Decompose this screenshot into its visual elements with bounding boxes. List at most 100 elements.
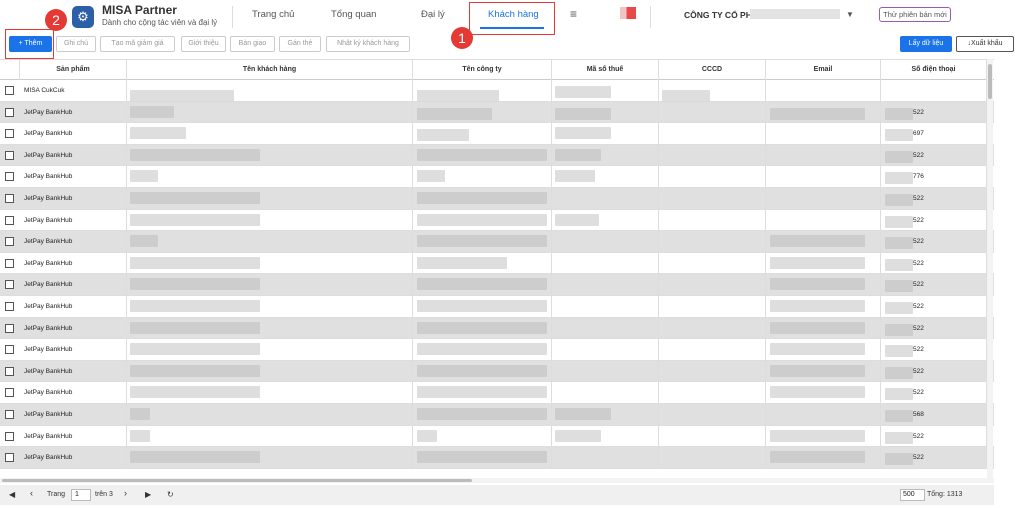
table-row[interactable]: JetPay BankHub 522	[0, 447, 994, 469]
table-row[interactable]: JetPay BankHub 522	[0, 317, 994, 340]
introduce-button[interactable]: Giới thiệu	[181, 36, 226, 52]
table-cell	[127, 231, 413, 253]
try-new-version-button[interactable]: Thử phiên bản mới	[879, 7, 951, 22]
horizontal-scroll-thumb[interactable]	[2, 479, 472, 482]
table-row[interactable]: JetPay BankHub 522	[0, 425, 994, 448]
header-customer-name[interactable]: Tên khách hàng	[127, 60, 413, 80]
nav-home[interactable]: Trang chủ	[252, 9, 294, 20]
menu-icon[interactable]: ≡	[570, 7, 577, 21]
add-button[interactable]: + Thêm	[9, 36, 52, 52]
fetch-data-button[interactable]: Lấy dữ liệu	[900, 36, 952, 52]
header-company-name[interactable]: Tên công ty	[413, 60, 552, 80]
table-row[interactable]: JetPay BankHub 522	[0, 144, 994, 167]
vertical-scrollbar[interactable]	[987, 59, 993, 479]
refresh-icon[interactable]: ↻	[167, 490, 174, 499]
chevron-down-icon[interactable]: ▼	[846, 10, 854, 19]
redacted-value	[417, 408, 547, 420]
redacted-value	[130, 213, 260, 226]
table-row[interactable]: JetPay BankHub 568	[0, 404, 994, 426]
table-row[interactable]: JetPay BankHub 776	[0, 166, 994, 188]
nav-agents[interactable]: Đại lý	[421, 9, 445, 20]
table-row[interactable]: JetPay BankHub 522	[0, 274, 994, 296]
prev-page-icon[interactable]: ‹	[30, 488, 33, 498]
table-cell	[766, 188, 881, 209]
gear-icon[interactable]: ⚙	[72, 6, 94, 28]
nav-overview[interactable]: Tổng quan	[331, 9, 376, 20]
cell-product: JetPay BankHub	[20, 188, 127, 209]
header-divider	[232, 6, 233, 28]
vertical-scroll-thumb[interactable]	[988, 64, 992, 99]
table-row[interactable]: JetPay BankHub 522	[0, 101, 994, 124]
create-coupon-button[interactable]: Tạo mã giảm giá	[100, 36, 175, 52]
row-checkbox[interactable]	[5, 302, 14, 311]
row-checkbox[interactable]	[5, 258, 14, 268]
customer-log-button[interactable]: Nhật ký khách hàng	[326, 36, 410, 52]
annotation-badge-2: 2	[45, 9, 67, 31]
first-page-icon[interactable]: ◀	[9, 490, 15, 499]
table-row[interactable]: JetPay BankHub 522	[0, 296, 994, 318]
customer-table: Sản phẩm Tên khách hàng Tên công ty Mã s…	[0, 59, 994, 479]
table-row[interactable]: JetPay BankHub 697	[0, 123, 994, 145]
table-row[interactable]: MISA CukCuk	[0, 80, 994, 102]
table-cell	[766, 80, 881, 101]
row-checkbox[interactable]	[5, 410, 14, 419]
redacted-value	[885, 107, 913, 120]
note-button[interactable]: Ghi chú	[56, 36, 96, 52]
last-page-icon[interactable]: ▶	[145, 490, 151, 499]
header-tax-code[interactable]: Mã số thuế	[552, 60, 659, 80]
table-row[interactable]: JetPay BankHub 522	[0, 188, 994, 210]
table-row[interactable]: JetPay BankHub 522	[0, 339, 994, 361]
redacted-value	[885, 410, 913, 422]
redacted-value	[555, 127, 611, 140]
header-id-card[interactable]: CCCD	[659, 60, 766, 80]
header-phone[interactable]: Số điện thoại	[881, 60, 987, 80]
row-checkbox[interactable]	[5, 366, 14, 376]
row-checkbox[interactable]	[5, 86, 14, 95]
redacted-value	[770, 429, 865, 442]
redacted-value	[770, 321, 865, 334]
assign-tag-button[interactable]: Gán thẻ	[279, 36, 321, 52]
redacted-value	[770, 235, 865, 248]
row-checkbox[interactable]	[5, 150, 14, 160]
handover-button[interactable]: Bàn giao	[230, 36, 275, 52]
header-email[interactable]: Email	[766, 60, 881, 80]
row-checkbox[interactable]	[5, 345, 14, 355]
row-checkbox[interactable]	[5, 129, 14, 139]
row-checkbox[interactable]	[5, 388, 14, 398]
table-cell	[552, 252, 659, 274]
header-product[interactable]: Sản phẩm	[20, 60, 127, 80]
redacted-value	[417, 148, 547, 161]
table-cell	[766, 404, 881, 425]
row-checkbox[interactable]	[5, 172, 14, 182]
redacted-value	[417, 451, 547, 464]
cell-product: JetPay BankHub	[20, 296, 127, 317]
flag-icon[interactable]	[620, 7, 636, 19]
page-size-select[interactable]: 500	[900, 489, 925, 501]
row-checkbox[interactable]	[5, 280, 14, 290]
redacted-value	[885, 215, 913, 228]
table-cell	[552, 274, 659, 296]
redacted-value	[130, 408, 150, 420]
row-checkbox[interactable]	[5, 453, 14, 463]
next-page-icon[interactable]: ›	[124, 488, 127, 498]
row-checkbox[interactable]	[5, 107, 14, 117]
cell-product: JetPay BankHub	[20, 382, 127, 404]
table-row[interactable]: JetPay BankHub 522	[0, 252, 994, 275]
table-row[interactable]: JetPay BankHub 522	[0, 209, 994, 232]
table-cell	[127, 404, 413, 425]
redacted-value	[770, 278, 865, 291]
export-button[interactable]: ↓Xuất khẩu	[956, 36, 1014, 52]
row-checkbox[interactable]	[5, 237, 14, 247]
row-checkbox[interactable]	[5, 194, 14, 203]
redacted-value	[770, 256, 865, 269]
table-cell	[127, 166, 413, 188]
redacted-value	[130, 235, 158, 248]
header-divider	[650, 6, 651, 28]
row-checkbox[interactable]	[5, 323, 14, 333]
table-row[interactable]: JetPay BankHub 522	[0, 382, 994, 404]
table-row[interactable]: JetPay BankHub 522	[0, 360, 994, 383]
table-row[interactable]: JetPay BankHub 522	[0, 231, 994, 253]
page-number-input[interactable]: 1	[71, 489, 91, 501]
row-checkbox[interactable]	[5, 215, 14, 225]
row-checkbox[interactable]	[5, 431, 14, 441]
